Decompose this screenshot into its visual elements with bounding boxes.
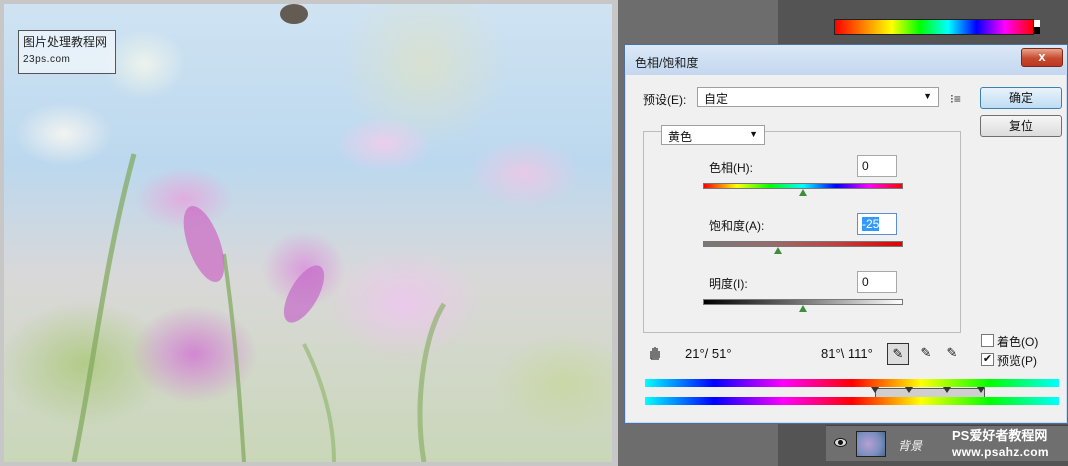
preset-select[interactable]: 自定 ▼ [697, 87, 939, 107]
ok-button[interactable]: 确定 [980, 87, 1062, 109]
saturation-slider-thumb[interactable] [774, 247, 782, 254]
lightness-input[interactable]: 0 [857, 271, 897, 293]
preset-value: 自定 [704, 92, 729, 106]
preview-checkbox[interactable]: ✔ [981, 353, 994, 366]
watermark-url: 23ps.com [23, 54, 71, 65]
layer-name: 背景 [898, 439, 923, 453]
chevron-down-icon: ▼ [923, 91, 932, 101]
colorize-checkbox[interactable] [981, 334, 994, 347]
saturation-slider[interactable] [703, 241, 903, 247]
watermark: 图片处理教程网 23ps.com [18, 30, 116, 74]
output-spectrum-bar [645, 397, 1059, 405]
saturation-input[interactable]: -25 [857, 213, 897, 235]
channel-value: 黄色 [668, 130, 693, 144]
dialog-title: 色相/饱和度 [635, 56, 699, 70]
lightness-value: 0 [862, 275, 869, 289]
site-title: PS爱好者教程网 [952, 428, 1048, 443]
watermark-title: 图片处理教程网 [23, 35, 108, 49]
hue-saturation-dialog: 色相/饱和度 x 预设(E): 自定 ▼ ⁝≡ 确定 复位 黄色 ▼ 色相(H)… [624, 44, 1068, 424]
range-readout-right: 81°\ 111° [821, 346, 873, 361]
layer-thumbnail[interactable] [856, 431, 886, 457]
flower-photo: 图片处理教程网 23ps.com [4, 4, 612, 462]
hue-label: 色相(H): [709, 161, 753, 175]
document-canvas[interactable]: 图片处理教程网 23ps.com [0, 0, 618, 466]
range-handle-right-outer[interactable] [977, 387, 985, 393]
hue-input[interactable]: 0 [857, 155, 897, 177]
preset-label: 预设(E): [643, 93, 687, 107]
hue-value: 0 [862, 159, 869, 173]
range-readout-left: 21°/ 51° [685, 346, 732, 361]
range-handle-left-outer[interactable] [871, 387, 879, 393]
colorize-label: 着色(O) [997, 335, 1039, 349]
hue-slider-thumb[interactable] [799, 189, 807, 196]
reset-button[interactable]: 复位 [980, 115, 1062, 137]
color-ramp[interactable] [834, 19, 1040, 35]
saturation-label: 饱和度(A): [709, 219, 765, 233]
saturation-value: -25 [862, 217, 880, 231]
menu-icon[interactable]: ⁝≡ [950, 92, 961, 106]
range-handle-left-inner[interactable] [905, 387, 913, 393]
chevron-down-icon: ▼ [749, 129, 758, 139]
dialog-titlebar[interactable]: 色相/饱和度 x [625, 45, 1067, 75]
preview-label: 预览(P) [997, 354, 1037, 368]
eyedropper-minus-icon[interactable]: ✎ [941, 343, 963, 365]
site-url: www.psahz.com [952, 445, 1049, 459]
channel-select[interactable]: 黄色 ▼ [661, 125, 765, 145]
site-watermark: PS爱好者教程网 www.psahz.com [952, 428, 1049, 460]
eye-icon[interactable] [834, 438, 847, 447]
lightness-label: 明度(I): [709, 277, 748, 291]
lightness-slider-thumb[interactable] [799, 305, 807, 312]
range-handle-right-inner[interactable] [943, 387, 951, 393]
eyedropper-icon[interactable]: ✎ [887, 343, 909, 365]
eyedropper-plus-icon[interactable]: ✎ [915, 343, 937, 365]
input-spectrum-bar [645, 379, 1059, 387]
hand-icon[interactable] [647, 345, 663, 361]
close-button[interactable]: x [1021, 48, 1063, 67]
